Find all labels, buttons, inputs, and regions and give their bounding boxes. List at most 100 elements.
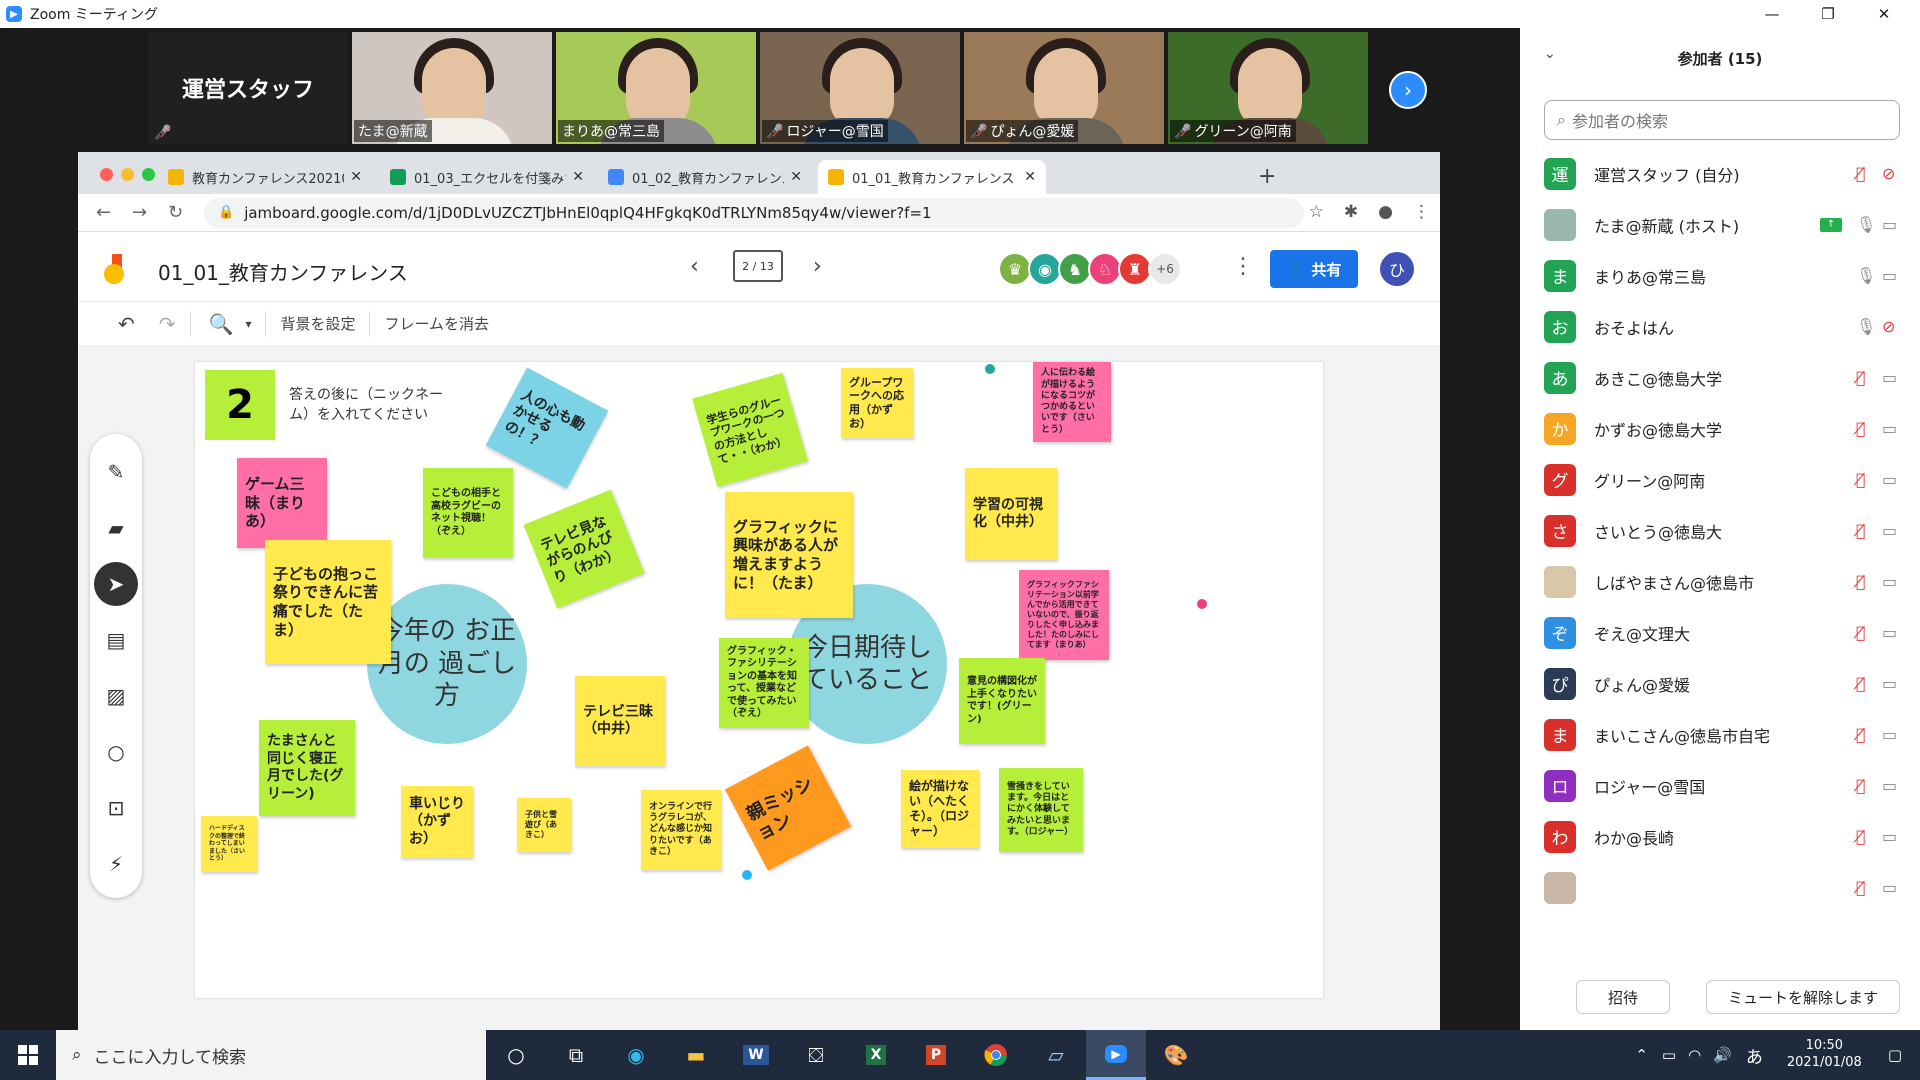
mic-muted-icon[interactable]: 🎙̸	[1856, 878, 1866, 897]
jam-frame[interactable]: 2 答えの後に（ニックネーム）を入れてください 今年の お正月の 過ごし方 今日期…	[195, 362, 1323, 998]
user-avatar[interactable]: ひ	[1380, 252, 1414, 286]
close-tab-icon[interactable]: ✕	[1024, 169, 1036, 185]
sticky-note[interactable]: テレビ三昧（中井）	[575, 676, 665, 766]
close-tab-icon[interactable]: ✕	[572, 169, 584, 185]
more-collaborators-badge[interactable]: +6	[1148, 252, 1182, 286]
laser-icon[interactable]: ⚡	[94, 842, 138, 886]
close-button[interactable]: ✕	[1856, 0, 1912, 28]
reload-icon[interactable]: ↻	[168, 202, 186, 223]
notepad-icon[interactable]: ▱	[1026, 1030, 1086, 1080]
mic-muted-icon[interactable]: 🎙̸	[1856, 419, 1866, 438]
browser-tab[interactable]: 01_02_教育カンファレンス議事メ ✕	[598, 160, 812, 194]
video-tile-staff[interactable]: 運営スタッフ 🎤̸	[148, 32, 348, 144]
mic-muted-icon[interactable]: 🎙̸	[1856, 572, 1866, 591]
sticky-note[interactable]: 雪掻きをしています。今日はとにかく体験してみたいと思います。（ロジャー）	[999, 768, 1083, 852]
prev-frame-button[interactable]: ‹	[690, 254, 699, 279]
back-icon[interactable]: ←	[96, 202, 114, 223]
more-options-icon[interactable]: ⋮	[1232, 254, 1254, 279]
participant-row[interactable]: ささいとう@徳島大 🎙̸ ▭	[1520, 505, 1920, 556]
mic-muted-icon[interactable]: 🎙̸	[1856, 521, 1866, 540]
sticky-note[interactable]: ハードディスクの整理で終わってしまいました（さいとう）	[201, 816, 257, 872]
mic-muted-icon[interactable]: 🎙̸	[1856, 368, 1866, 387]
participant-row[interactable]: ロロジャー@雪国 🎙̸ ▭	[1520, 760, 1920, 811]
store-icon[interactable]: ⛋	[786, 1030, 846, 1080]
participant-row[interactable]: ググリーン@阿南 🎙̸ ▭	[1520, 454, 1920, 505]
minimize-button[interactable]: —	[1744, 0, 1800, 28]
windows-start-icon[interactable]	[0, 1030, 56, 1080]
participant-row[interactable]: しばやまさん@徳島市 🎙̸ ▭	[1520, 556, 1920, 607]
jam-title[interactable]: 01_01_教育カンファレンス	[158, 257, 408, 286]
mic-muted-icon[interactable]: 🎙̸	[1856, 470, 1866, 489]
video-tile[interactable]: 🎤̸ グリーン@阿南	[1168, 32, 1368, 144]
participant-row[interactable]: ぴぴょん@愛媛 🎙̸ ▭	[1520, 658, 1920, 709]
minimize-dot-icon[interactable]	[121, 168, 134, 181]
topic-circle[interactable]: 今年の お正月の 過ごし方	[367, 584, 527, 744]
file-explorer-icon[interactable]: ▬	[666, 1030, 726, 1080]
new-tab-button[interactable]: +	[1258, 164, 1276, 189]
sticky-note[interactable]: 学習の可視化（中井）	[965, 468, 1057, 560]
mic-icon[interactable]: 🎙	[1856, 317, 1876, 336]
zoom-taskbar-icon[interactable]: ▶	[1086, 1030, 1146, 1080]
maximize-button[interactable]: ❐	[1800, 0, 1856, 28]
participant-row[interactable]: かかずお@徳島大学 🎙̸ ▭	[1520, 403, 1920, 454]
sticky-note[interactable]: テレビ見ながらのんびり（わか）	[523, 489, 645, 609]
camera-icon[interactable]: ▭	[1882, 827, 1897, 846]
camera-icon[interactable]: ▭	[1882, 674, 1897, 693]
edge-icon[interactable]: ◉	[606, 1030, 666, 1080]
tray-chevron-icon[interactable]: ⌃	[1635, 1046, 1648, 1064]
close-tab-icon[interactable]: ✕	[790, 169, 802, 185]
word-icon[interactable]: W	[726, 1030, 786, 1080]
camera-icon[interactable]: ▭	[1882, 572, 1897, 591]
set-background-button[interactable]: 背景を設定	[280, 313, 355, 334]
mic-muted-icon[interactable]: 🎙̸	[1856, 623, 1866, 642]
participant-search-input[interactable]: ⌕ 参加者の検索	[1544, 100, 1900, 140]
sticky-note[interactable]: 子供と雪遊び（あきこ）	[517, 798, 571, 852]
camera-icon[interactable]: ▭	[1882, 623, 1897, 642]
share-button[interactable]: 👤 共有	[1270, 250, 1358, 288]
participant-row[interactable]: 🎙̸ ▭	[1520, 862, 1920, 913]
sticky-note[interactable]: オンラインで行うグラレコが、どんな感じか知りたいです（あきこ）	[641, 790, 721, 870]
sticky-note[interactable]: 車いじり（かずお）	[401, 786, 473, 858]
sticky-note[interactable]: グループワークへの応用（かずお）	[841, 368, 913, 438]
next-frame-button[interactable]: ›	[813, 254, 822, 279]
sticky-note[interactable]: 人に伝わる絵が描けるようになるコツがつかめるといいです（さいとう）	[1033, 362, 1111, 442]
task-view-icon[interactable]: ⧉	[546, 1030, 606, 1080]
image-icon[interactable]: ▨	[94, 674, 138, 718]
sticky-note[interactable]: 子どもの抱っこ祭りできんに苦痛でした（たま）	[265, 540, 391, 664]
select-icon[interactable]: ➤	[94, 562, 138, 606]
participant-row[interactable]: 運運営スタッフ (自分) 🎙̸ ⊘	[1520, 148, 1920, 199]
camera-icon[interactable]: ▭	[1882, 776, 1897, 795]
menu-icon[interactable]: ⋮	[1413, 202, 1430, 222]
sticky-note[interactable]: 意見の構図化が上手くなりたいです！(グリーン)	[959, 658, 1045, 744]
taskbar-search-input[interactable]: ⌕ ここに入力して検索	[56, 1030, 486, 1080]
wifi-icon[interactable]: ◠	[1688, 1046, 1701, 1064]
camera-icon[interactable]: ▭	[1882, 419, 1897, 438]
sticky-note[interactable]: 絵が描けない（へたくそ）。（ロジャー）	[901, 770, 979, 848]
sticky-note[interactable]: ゲーム三昧（まりあ）	[237, 458, 327, 548]
clock[interactable]: 10:50 2021/01/08	[1787, 1038, 1862, 1072]
mic-muted-icon[interactable]: 🎙̸	[1856, 725, 1866, 744]
zoom-dropdown-icon[interactable]: ▾	[245, 317, 251, 331]
sticky-note[interactable]: グラフィックに興味がある人が増えますように！（たま）	[725, 492, 853, 618]
clear-frame-button[interactable]: フレームを消去	[384, 313, 489, 334]
forward-icon[interactable]: →	[132, 202, 150, 223]
mic-muted-icon[interactable]: 🎙̸	[1856, 674, 1866, 693]
camera-off-icon[interactable]: ⊘	[1882, 317, 1895, 336]
participant-row[interactable]: たま@新蔵 (ホスト) ↑ 🎙 ▭	[1520, 199, 1920, 250]
mic-muted-icon[interactable]: 🎙̸	[1856, 164, 1866, 183]
text-box-icon[interactable]: ⊡	[94, 786, 138, 830]
mic-icon[interactable]: 🎙	[1856, 266, 1876, 285]
address-bar[interactable]: 🔒 jamboard.google.com/d/1jD0DLvUZCZTJbHn…	[204, 197, 1304, 228]
video-tile[interactable]: 🎤̸ ロジャー@雪国	[760, 32, 960, 144]
profile-icon[interactable]: ●	[1378, 202, 1393, 222]
video-tile[interactable]: まりあ@常三島	[556, 32, 756, 144]
camera-icon[interactable]: ▭	[1882, 521, 1897, 540]
frame-counter[interactable]: 2 / 13	[733, 250, 783, 282]
ime-indicator[interactable]: あ	[1746, 1043, 1763, 1068]
participant-row[interactable]: ままいこさん@徳島市自宅 🎙̸ ▭	[1520, 709, 1920, 760]
browser-tab[interactable]: 01_03_エクセルを付箋みたいに使 ✕	[380, 160, 594, 194]
volume-icon[interactable]: 🔊	[1713, 1046, 1732, 1064]
extensions-icon[interactable]: ✱	[1344, 202, 1358, 222]
notification-icon[interactable]: ▢	[1888, 1046, 1902, 1064]
pen-icon[interactable]: ✎	[94, 450, 138, 494]
